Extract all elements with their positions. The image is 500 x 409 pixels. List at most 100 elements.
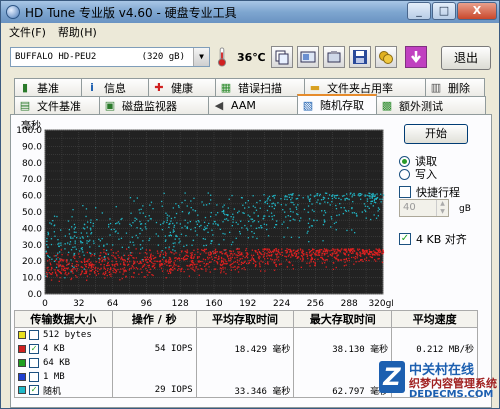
chevron-down-icon[interactable]: ▼ bbox=[193, 48, 209, 66]
data-point bbox=[288, 196, 291, 198]
data-point bbox=[231, 225, 233, 227]
access-time-chart: 100.090.080.070.060.050.040.030.020.010.… bbox=[16, 126, 393, 309]
data-point bbox=[58, 266, 60, 268]
tab-benchmark[interactable]: ▮ 基准 bbox=[14, 78, 82, 96]
data-point bbox=[192, 262, 195, 264]
data-point bbox=[49, 222, 51, 224]
data-point bbox=[53, 215, 56, 217]
data-point bbox=[166, 221, 168, 224]
minimize-button[interactable]: _ bbox=[407, 2, 431, 20]
data-point bbox=[238, 252, 240, 254]
row-checkbox[interactable]: ✓ bbox=[29, 343, 39, 354]
data-point bbox=[149, 249, 151, 252]
write-radio[interactable]: 写入 bbox=[399, 166, 437, 182]
data-point bbox=[267, 257, 269, 260]
tab-error-scan[interactable]: ▦ 错误扫描 bbox=[215, 78, 305, 96]
data-point bbox=[330, 249, 333, 251]
data-point bbox=[246, 257, 249, 259]
short-stroke-box[interactable] bbox=[399, 186, 411, 198]
data-point bbox=[205, 248, 207, 250]
data-point bbox=[115, 260, 117, 263]
y-tick-label: 10.0 bbox=[22, 274, 42, 284]
data-point bbox=[84, 261, 86, 263]
copy-info-button[interactable] bbox=[271, 46, 293, 68]
options-button[interactable] bbox=[323, 46, 345, 68]
data-point bbox=[194, 210, 196, 212]
data-point bbox=[275, 264, 277, 266]
read-radio-dot[interactable] bbox=[399, 155, 410, 167]
data-point bbox=[309, 254, 311, 256]
data-point bbox=[74, 255, 76, 257]
row-checkbox[interactable] bbox=[29, 357, 39, 368]
drive-select[interactable]: BUFFALO HD-PEU2 (320 gB) ▼ bbox=[10, 47, 210, 67]
data-point bbox=[149, 268, 152, 270]
data-point bbox=[85, 269, 87, 271]
menu-help[interactable]: 帮助(H) bbox=[58, 24, 97, 40]
row-checkbox[interactable]: ✓ bbox=[29, 385, 39, 396]
data-point bbox=[331, 201, 333, 203]
floppy-disk-icon bbox=[353, 50, 367, 64]
tab-health-plus[interactable]: ✚ 健康 bbox=[148, 78, 216, 96]
tab-info[interactable]: i 信息 bbox=[81, 78, 149, 96]
data-point bbox=[332, 248, 334, 250]
data-point bbox=[215, 268, 217, 270]
data-point bbox=[54, 235, 56, 237]
data-point bbox=[161, 205, 163, 207]
data-point bbox=[204, 265, 206, 267]
tab-extra-tests[interactable]: ▩ 额外测试 bbox=[376, 96, 486, 114]
data-point bbox=[365, 210, 367, 213]
row-checkbox[interactable] bbox=[29, 329, 39, 340]
data-point bbox=[220, 272, 222, 274]
compare-button[interactable] bbox=[375, 46, 397, 68]
data-point bbox=[216, 251, 218, 253]
save-button[interactable] bbox=[349, 46, 371, 68]
cell-avg: 18.429 毫秒 bbox=[195, 341, 295, 356]
data-point bbox=[318, 195, 321, 197]
write-radio-dot[interactable] bbox=[399, 168, 410, 180]
data-point bbox=[265, 224, 268, 226]
tab-speaker[interactable]: ◀ AAM bbox=[208, 96, 298, 114]
data-point bbox=[64, 235, 66, 237]
data-point bbox=[135, 248, 137, 250]
data-point bbox=[224, 233, 226, 235]
tab-disk-monitor[interactable]: ▣ 磁盘监视器 bbox=[99, 96, 209, 114]
data-point bbox=[168, 256, 171, 259]
tab-trash[interactable]: ▥ 删除 bbox=[425, 78, 485, 96]
data-point bbox=[123, 271, 125, 273]
data-point bbox=[365, 251, 368, 253]
data-point bbox=[60, 242, 62, 244]
data-point bbox=[239, 233, 241, 235]
align-4kb-checkbox[interactable]: ✓ 4 KB 对齐 bbox=[399, 231, 467, 247]
align-4kb-box[interactable]: ✓ bbox=[399, 233, 411, 245]
start-button[interactable]: 开始 bbox=[404, 124, 468, 144]
tab-random-access[interactable]: ▧ 随机存取 bbox=[297, 94, 377, 114]
copy-image-button[interactable] bbox=[297, 46, 319, 68]
transfer-size-cell: ✓ 4 KB bbox=[14, 341, 113, 356]
data-point bbox=[331, 255, 333, 257]
menu-file[interactable]: 文件(F) bbox=[9, 24, 46, 40]
data-point bbox=[355, 256, 357, 258]
row-checkbox[interactable] bbox=[29, 371, 39, 382]
data-point bbox=[363, 250, 365, 253]
data-point bbox=[165, 247, 167, 249]
data-point bbox=[275, 265, 277, 267]
data-point bbox=[270, 251, 272, 253]
data-point bbox=[197, 256, 199, 258]
download-button[interactable] bbox=[405, 46, 427, 68]
exit-button[interactable]: 退出 bbox=[441, 46, 491, 70]
data-point bbox=[59, 260, 62, 262]
data-point bbox=[335, 229, 337, 231]
short-stroke-spinner[interactable]: 40 ▲ ▼ bbox=[399, 199, 449, 217]
spinner-arrows-icon[interactable]: ▲ ▼ bbox=[436, 200, 448, 216]
data-point bbox=[228, 258, 230, 260]
short-stroke-checkbox[interactable]: 快捷行程 bbox=[399, 184, 460, 200]
data-point bbox=[170, 271, 172, 273]
data-point bbox=[108, 264, 110, 266]
data-point bbox=[72, 269, 74, 271]
close-button[interactable]: X bbox=[457, 2, 497, 20]
data-point bbox=[94, 253, 96, 255]
tab-file-benchmark[interactable]: ▤ 文件基准 bbox=[14, 96, 100, 114]
data-point bbox=[235, 248, 238, 250]
maximize-button[interactable]: □ bbox=[432, 2, 456, 20]
data-point bbox=[71, 270, 73, 273]
